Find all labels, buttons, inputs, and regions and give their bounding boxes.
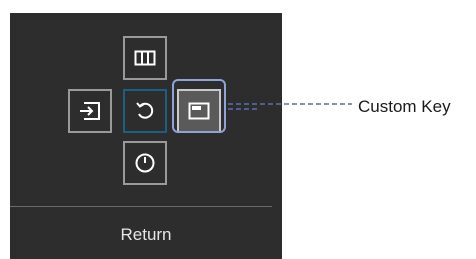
callout-connector — [228, 103, 352, 110]
stage: Return Custom Key — [0, 0, 476, 259]
custom-key-callout: Custom Key — [358, 97, 451, 116]
